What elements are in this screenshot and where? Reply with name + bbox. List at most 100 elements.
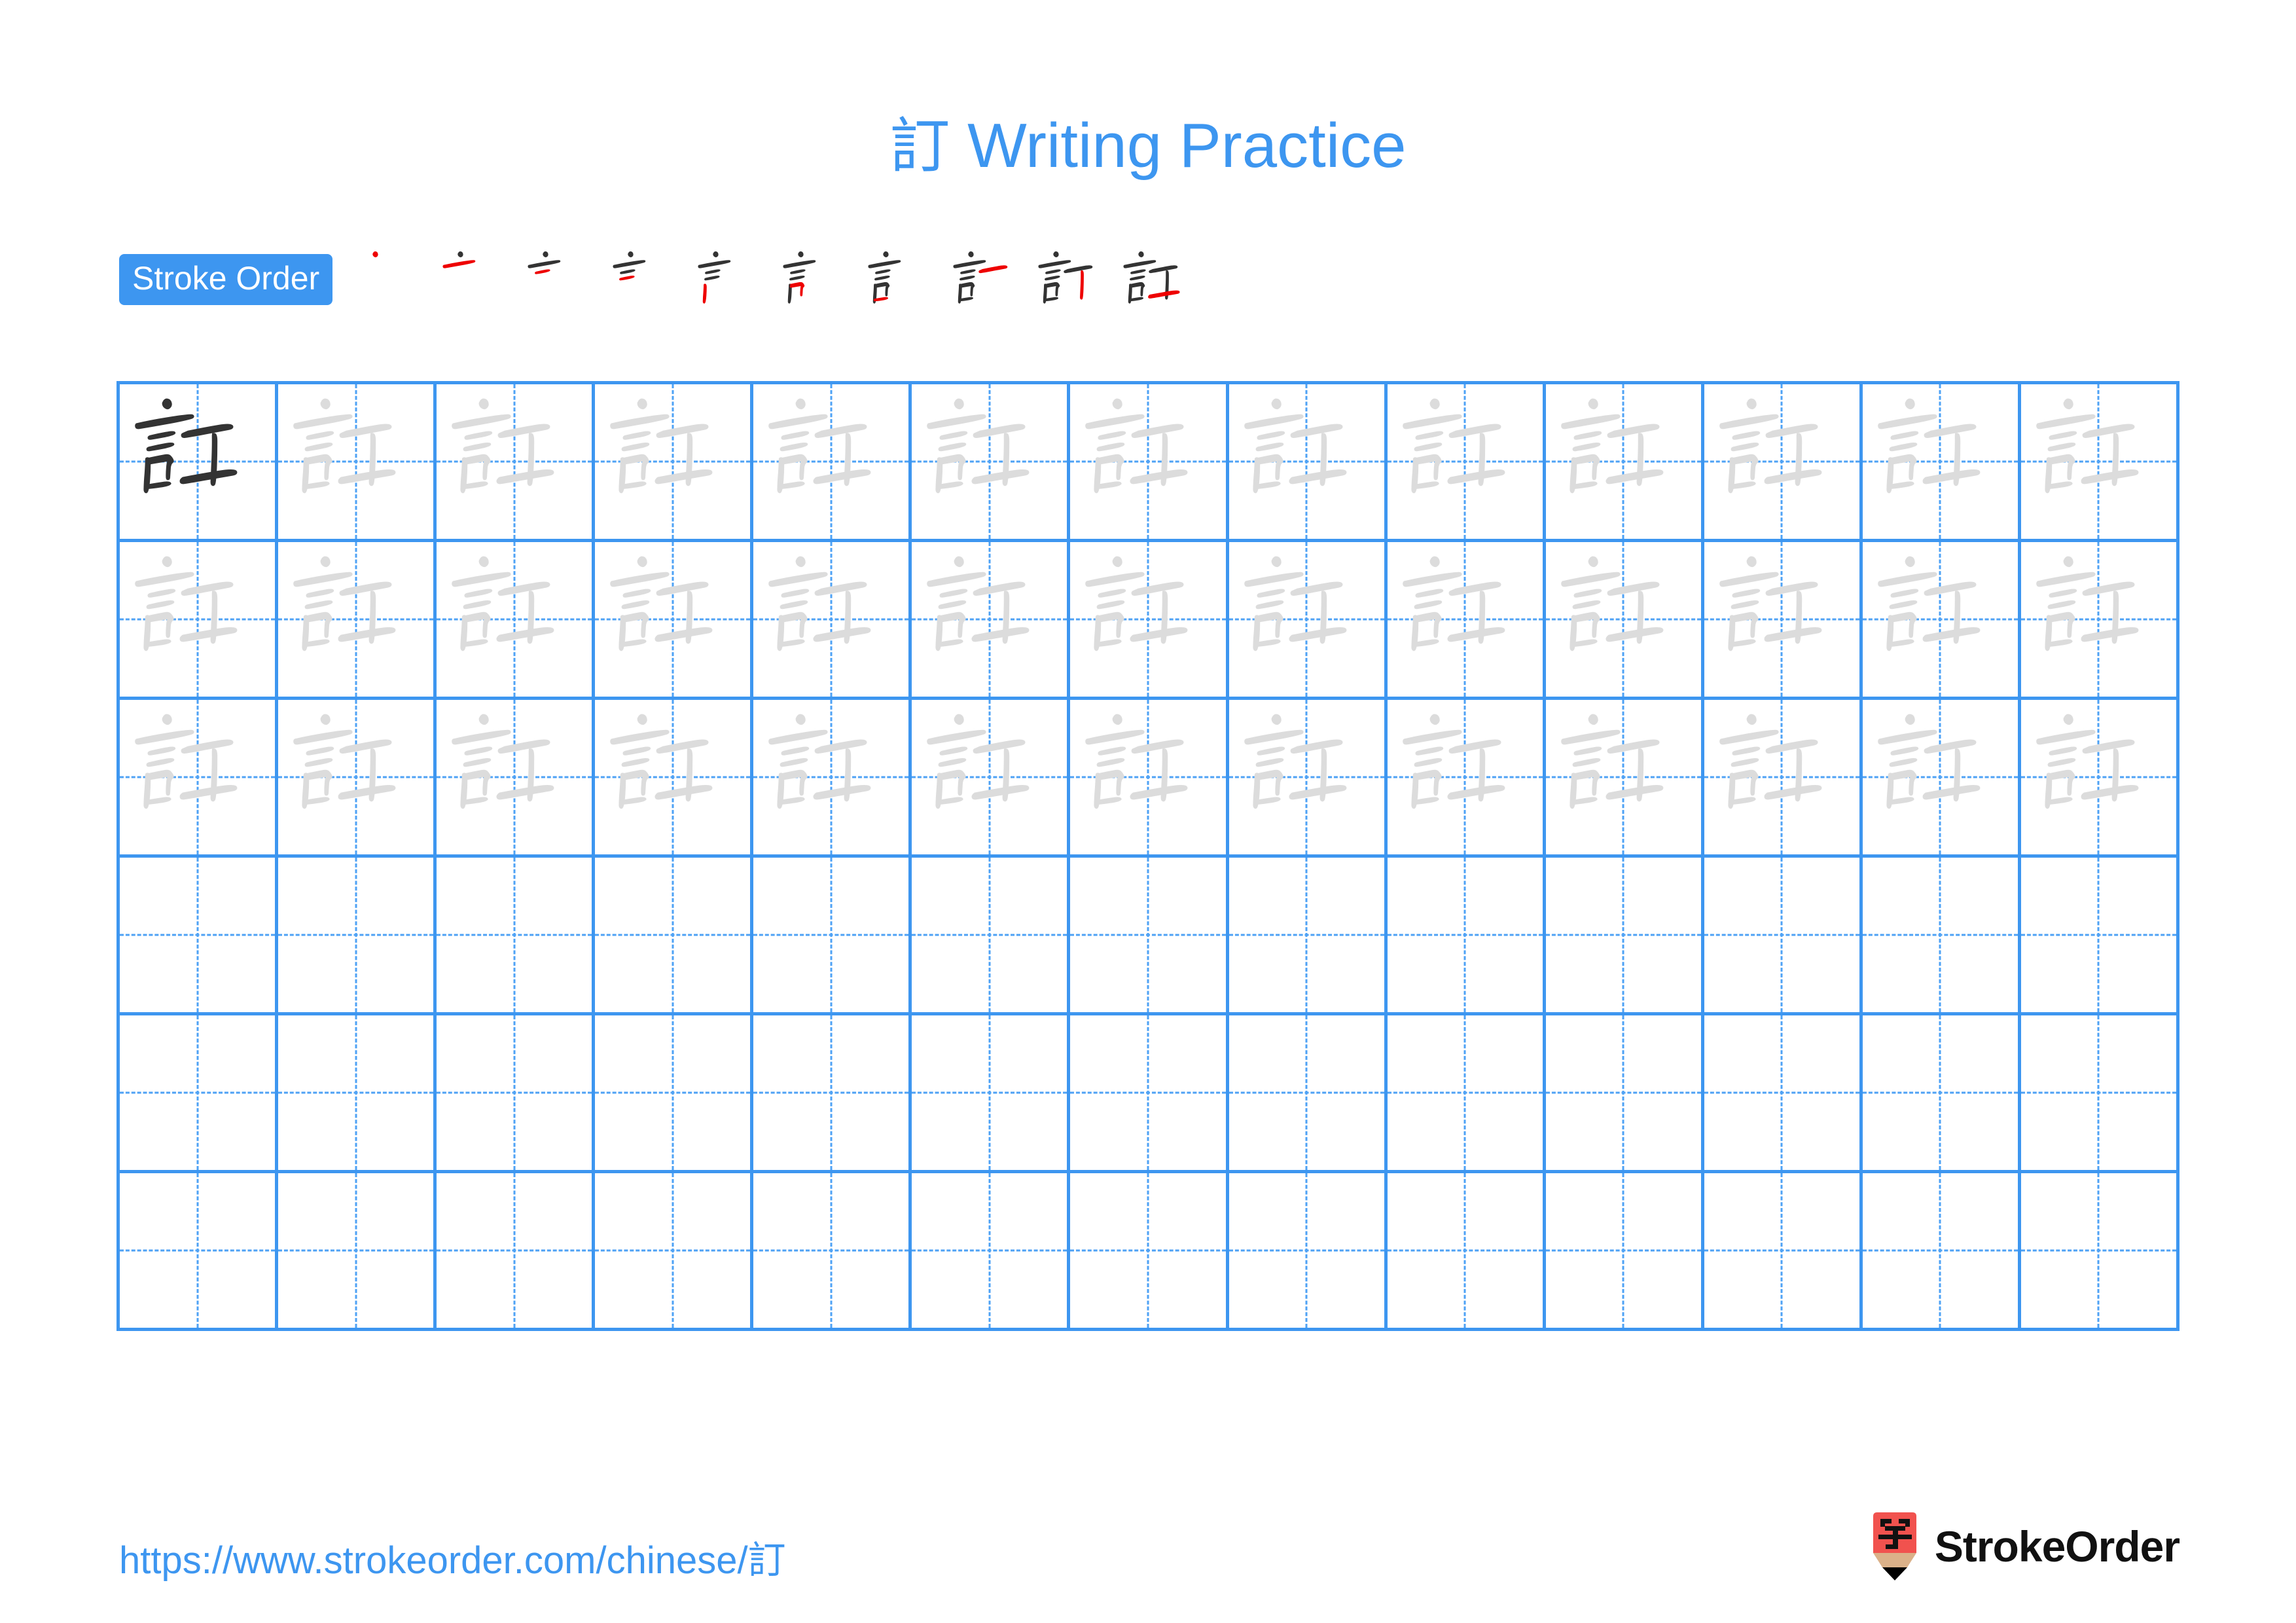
practice-cell-r4-c4[interactable] — [595, 858, 754, 1015]
practice-cell-r5-c1[interactable] — [120, 1015, 279, 1173]
practice-cell-r2-c13[interactable] — [2020, 542, 2179, 700]
cell-horizontal-guide — [1704, 1249, 1859, 1252]
practice-cell-r4-c5[interactable] — [753, 858, 912, 1015]
cell-horizontal-guide — [1070, 934, 1226, 936]
practice-cell-r2-c7[interactable] — [1070, 542, 1229, 700]
practice-cell-r1-c8[interactable] — [1229, 384, 1388, 542]
practice-cell-r5-c13[interactable] — [2020, 1015, 2179, 1173]
practice-cell-r2-c9[interactable] — [1387, 542, 1546, 700]
practice-cell-r1-c7[interactable] — [1070, 384, 1229, 542]
practice-cell-r1-c5[interactable] — [753, 384, 912, 542]
practice-cell-r4-c2[interactable] — [278, 858, 437, 1015]
practice-cell-r5-c4[interactable] — [595, 1015, 754, 1173]
practice-cell-r2-c12[interactable] — [1862, 542, 2021, 700]
character-trace — [1402, 714, 1505, 809]
practice-cell-r6-c8[interactable] — [1229, 1173, 1388, 1331]
cell-horizontal-guide — [1704, 1091, 1859, 1094]
practice-cell-r5-c9[interactable] — [1387, 1015, 1546, 1173]
practice-cell-r1-c13[interactable] — [2020, 384, 2179, 542]
practice-cell-r6-c2[interactable] — [278, 1173, 437, 1331]
stroke-order-step-1 — [372, 251, 378, 258]
practice-cell-r6-c7[interactable] — [1070, 1173, 1229, 1331]
practice-cell-r3-c13[interactable] — [2020, 700, 2179, 858]
practice-cell-r4-c3[interactable] — [437, 858, 596, 1015]
character-trace — [1878, 556, 1981, 651]
practice-cell-r2-c1[interactable] — [120, 542, 279, 700]
practice-cell-r1-c1[interactable] — [120, 384, 279, 542]
practice-cell-r3-c8[interactable] — [1229, 700, 1388, 858]
practice-cell-r3-c4[interactable] — [595, 700, 754, 858]
cell-horizontal-guide — [1229, 1091, 1384, 1094]
practice-cell-r1-c10[interactable] — [1545, 384, 1704, 542]
practice-cell-r3-c9[interactable] — [1387, 700, 1546, 858]
practice-cell-r4-c11[interactable] — [1704, 858, 1863, 1015]
practice-cell-r2-c11[interactable] — [1704, 542, 1863, 700]
practice-cell-r1-c11[interactable] — [1704, 384, 1863, 542]
footer-url[interactable]: https://www.strokeorder.com/chinese/訂 — [119, 1529, 786, 1584]
practice-cell-r5-c12[interactable] — [1862, 1015, 2021, 1173]
practice-cell-r6-c11[interactable] — [1704, 1173, 1863, 1331]
practice-cell-r1-c3[interactable] — [437, 384, 596, 542]
practice-cell-r1-c2[interactable] — [278, 384, 437, 542]
character-trace — [2036, 714, 2139, 809]
character-trace — [135, 714, 238, 809]
practice-cell-r4-c9[interactable] — [1387, 858, 1546, 1015]
cell-horizontal-guide — [753, 934, 909, 936]
practice-cell-r4-c13[interactable] — [2020, 858, 2179, 1015]
practice-cell-r3-c1[interactable] — [120, 700, 279, 858]
practice-cell-r3-c3[interactable] — [437, 700, 596, 858]
practice-cell-r3-c6[interactable] — [912, 700, 1071, 858]
practice-cell-r3-c2[interactable] — [278, 700, 437, 858]
practice-cell-r5-c6[interactable] — [912, 1015, 1071, 1173]
practice-cell-r5-c3[interactable] — [437, 1015, 596, 1173]
stroke-order-step-5 — [698, 251, 731, 304]
practice-cell-r2-c3[interactable] — [437, 542, 596, 700]
practice-cell-r4-c7[interactable] — [1070, 858, 1229, 1015]
practice-cell-r2-c10[interactable] — [1545, 542, 1704, 700]
practice-cell-r2-c6[interactable] — [912, 542, 1071, 700]
practice-cell-r5-c8[interactable] — [1229, 1015, 1388, 1173]
character-trace — [2036, 556, 2139, 651]
practice-cell-r3-c10[interactable] — [1545, 700, 1704, 858]
practice-cell-r4-c12[interactable] — [1862, 858, 2021, 1015]
practice-cell-r1-c4[interactable] — [595, 384, 754, 542]
practice-cell-r6-c10[interactable] — [1545, 1173, 1704, 1331]
practice-cell-r5-c7[interactable] — [1070, 1015, 1229, 1173]
practice-cell-r4-c1[interactable] — [120, 858, 279, 1015]
practice-cell-r6-c13[interactable] — [2020, 1173, 2179, 1331]
practice-cell-r2-c2[interactable] — [278, 542, 437, 700]
practice-cell-r1-c6[interactable] — [912, 384, 1071, 542]
practice-cell-r6-c12[interactable] — [1862, 1173, 2021, 1331]
practice-cell-r3-c11[interactable] — [1704, 700, 1863, 858]
character-trace — [452, 398, 554, 494]
practice-cell-r5-c10[interactable] — [1545, 1015, 1704, 1173]
practice-cell-r6-c6[interactable] — [912, 1173, 1071, 1331]
practice-cell-r3-c12[interactable] — [1862, 700, 2021, 858]
practice-cell-r2-c5[interactable] — [753, 542, 912, 700]
practice-cell-r6-c9[interactable] — [1387, 1173, 1546, 1331]
character-trace — [1719, 398, 1822, 494]
practice-cell-r6-c5[interactable] — [753, 1173, 912, 1331]
practice-cell-r6-c3[interactable] — [437, 1173, 596, 1331]
practice-cell-r1-c12[interactable] — [1862, 384, 2021, 542]
practice-cell-r5-c11[interactable] — [1704, 1015, 1863, 1173]
practice-cell-r3-c7[interactable] — [1070, 700, 1229, 858]
practice-cell-r5-c2[interactable] — [278, 1015, 437, 1173]
practice-cell-r5-c5[interactable] — [753, 1015, 912, 1173]
practice-cell-r4-c6[interactable] — [912, 858, 1071, 1015]
character-trace — [768, 714, 871, 809]
practice-cell-r4-c10[interactable] — [1545, 858, 1704, 1015]
practice-cell-r1-c9[interactable] — [1387, 384, 1546, 542]
character-trace — [927, 714, 1030, 809]
practice-cell-r6-c4[interactable] — [595, 1173, 754, 1331]
cell-horizontal-guide — [1862, 1249, 2018, 1252]
practice-cell-r4-c8[interactable] — [1229, 858, 1388, 1015]
practice-cell-r3-c5[interactable] — [753, 700, 912, 858]
practice-cell-r2-c8[interactable] — [1229, 542, 1388, 700]
practice-cell-r6-c1[interactable] — [120, 1173, 279, 1331]
character-trace — [1244, 714, 1346, 809]
cell-horizontal-guide — [437, 1091, 592, 1094]
brand-logo[interactable]: StrokeOrder — [1869, 1512, 2180, 1580]
practice-cell-r2-c4[interactable] — [595, 542, 754, 700]
character-trace — [452, 556, 554, 651]
